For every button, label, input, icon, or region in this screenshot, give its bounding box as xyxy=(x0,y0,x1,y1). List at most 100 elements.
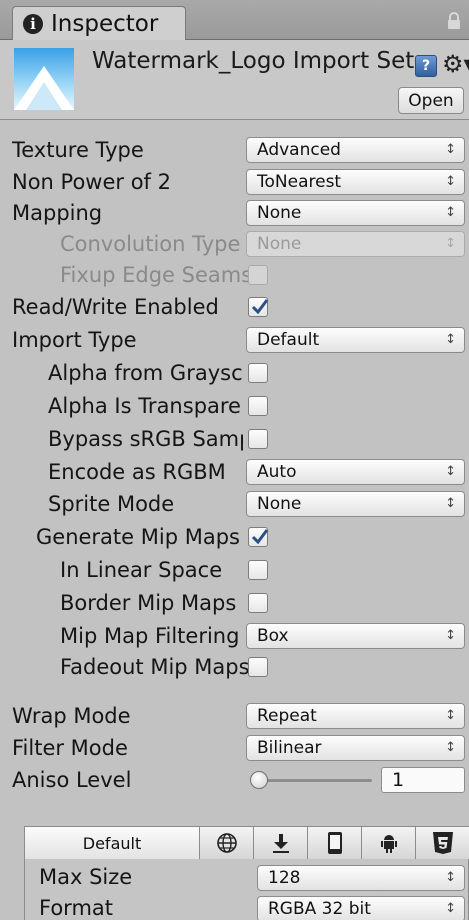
sprite-mode-label: Sprite Mode xyxy=(48,492,175,516)
fixup-edge-seams-label: Fixup Edge Seams xyxy=(60,263,253,287)
mip-map-filtering-dropdown[interactable]: Box ↕ xyxy=(246,623,465,649)
read-write-enabled-label: Read/Write Enabled xyxy=(12,295,219,319)
format-row: Format RGBA 32 bit ↕ xyxy=(25,893,469,920)
convolution-type-row: Convolution Type None ↕ xyxy=(0,228,469,260)
dropdown-arrows-icon: ↕ xyxy=(445,496,456,511)
fadeout-mip-maps-checkbox[interactable] xyxy=(248,657,268,677)
asset-header: Watermark_Logo Import Settin ? ⚙▾ Open xyxy=(0,40,469,120)
aniso-level-label: Aniso Level xyxy=(12,768,132,792)
non-power-of-2-value: ToNearest xyxy=(257,172,342,192)
in-linear-space-checkbox[interactable] xyxy=(248,560,268,580)
help-icon[interactable]: ? xyxy=(415,55,437,77)
non-power-of-2-label: Non Power of 2 xyxy=(12,170,171,194)
alpha-is-transparency-checkbox[interactable] xyxy=(248,396,268,416)
mip-map-filtering-row: Mip Map Filtering Box ↕ xyxy=(0,620,469,652)
platform-tab-bar: Default xyxy=(25,827,469,859)
encode-as-rgbm-value: Auto xyxy=(257,462,297,482)
alpha-from-grayscale-row: Alpha from Graysca xyxy=(0,357,469,389)
non-power-of-2-dropdown[interactable]: ToNearest ↕ xyxy=(246,169,465,195)
max-size-row: Max Size 128 ↕ xyxy=(25,862,469,892)
dropdown-arrows-icon: ↕ xyxy=(445,901,456,916)
generate-mip-maps-row: Generate Mip Maps xyxy=(0,521,469,553)
platform-settings-panel: Default Max Size 128 ↕ Format RGBA 32 bi… xyxy=(24,826,469,920)
ios-device-icon xyxy=(327,832,342,854)
mip-map-filtering-value: Box xyxy=(257,626,289,646)
android-icon xyxy=(380,835,397,853)
aniso-level-slider-track[interactable] xyxy=(252,779,372,782)
filter-mode-value: Bilinear xyxy=(257,738,322,758)
inspector-tab-label: Inspector xyxy=(51,11,159,37)
wrap-mode-dropdown[interactable]: Repeat ↕ xyxy=(246,703,465,729)
texture-asset-icon xyxy=(14,48,74,110)
read-write-enabled-checkbox[interactable] xyxy=(248,297,269,317)
aniso-level-slider-thumb[interactable] xyxy=(250,771,268,789)
platform-tab-webgl[interactable] xyxy=(416,827,469,859)
wrap-mode-value: Repeat xyxy=(257,706,317,726)
encode-as-rgbm-dropdown[interactable]: Auto ↕ xyxy=(246,459,465,485)
max-size-dropdown[interactable]: 128 ↕ xyxy=(257,865,465,891)
aniso-level-row: Aniso Level 1 xyxy=(0,764,469,796)
format-value: RGBA 32 bit xyxy=(268,899,371,919)
import-type-label: Import Type xyxy=(12,328,137,352)
import-type-row: Import Type Default ↕ xyxy=(0,324,469,356)
encode-as-rgbm-row: Encode as RGBM Auto ↕ xyxy=(0,456,469,488)
platform-tab-ios[interactable] xyxy=(308,827,362,859)
wrap-mode-label: Wrap Mode xyxy=(12,704,131,728)
bypass-srgb-label: Bypass sRGB Sampl xyxy=(48,427,243,451)
platform-tab-standalone[interactable] xyxy=(254,827,308,859)
dropdown-arrows-icon: ↕ xyxy=(445,708,456,723)
format-dropdown[interactable]: RGBA 32 bit ↕ xyxy=(257,896,465,920)
mapping-value: None xyxy=(257,203,302,223)
texture-type-label: Texture Type xyxy=(12,138,144,162)
max-size-label: Max Size xyxy=(39,865,133,889)
in-linear-space-label: In Linear Space xyxy=(60,558,223,582)
gear-icon[interactable]: ⚙▾ xyxy=(442,50,469,78)
inspector-tab-bar: i Inspector xyxy=(0,0,469,41)
mapping-label: Mapping xyxy=(12,201,103,225)
bypass-srgb-row: Bypass sRGB Sampl xyxy=(0,423,469,455)
mapping-dropdown[interactable]: None ↕ xyxy=(246,200,465,226)
checkmark-icon xyxy=(251,529,269,545)
format-label: Format xyxy=(39,896,114,920)
sprite-mode-row: Sprite Mode None ↕ xyxy=(0,488,469,520)
filter-mode-row: Filter Mode Bilinear ↕ xyxy=(0,732,469,764)
standalone-download-icon xyxy=(272,834,289,853)
border-mip-maps-checkbox[interactable] xyxy=(248,593,268,613)
platform-tab-default[interactable]: Default xyxy=(25,827,200,859)
in-linear-space-row: In Linear Space xyxy=(0,554,469,586)
alpha-from-grayscale-label: Alpha from Graysca xyxy=(48,361,243,385)
filter-mode-dropdown[interactable]: Bilinear ↕ xyxy=(246,735,465,761)
alpha-is-transparency-label: Alpha Is Transpare xyxy=(48,394,241,418)
dropdown-arrows-icon: ↕ xyxy=(445,332,456,347)
html5-icon xyxy=(433,832,453,854)
import-type-value: Default xyxy=(257,330,320,350)
dropdown-arrows-icon: ↕ xyxy=(445,142,456,157)
fixup-edge-seams-row: Fixup Edge Seams xyxy=(0,259,469,291)
bypass-srgb-checkbox[interactable] xyxy=(248,429,268,449)
lock-icon[interactable] xyxy=(447,12,461,30)
platform-tab-web[interactable] xyxy=(200,827,254,859)
sprite-mode-dropdown[interactable]: None ↕ xyxy=(246,491,465,517)
aniso-level-field[interactable]: 1 xyxy=(381,767,465,793)
generate-mip-maps-checkbox[interactable] xyxy=(248,527,269,547)
alpha-from-grayscale-checkbox[interactable] xyxy=(248,363,268,383)
alpha-is-transparency-row: Alpha Is Transpare xyxy=(0,390,469,422)
checkmark-icon xyxy=(251,299,269,315)
asset-title: Watermark_Logo Import Settin xyxy=(92,48,414,74)
open-button[interactable]: Open xyxy=(398,87,464,114)
texture-type-dropdown[interactable]: Advanced ↕ xyxy=(246,137,465,163)
fixup-edge-seams-checkbox xyxy=(248,265,268,285)
inspector-tab[interactable]: i Inspector xyxy=(12,6,186,41)
dropdown-arrows-icon: ↕ xyxy=(445,464,456,479)
dropdown-arrows-icon: ↕ xyxy=(445,205,456,220)
fadeout-mip-maps-label: Fadeout Mip Maps xyxy=(60,655,250,679)
wrap-mode-row: Wrap Mode Repeat ↕ xyxy=(0,700,469,732)
platform-tab-android[interactable] xyxy=(362,827,416,859)
convolution-type-label: Convolution Type xyxy=(60,232,241,256)
import-type-dropdown[interactable]: Default ↕ xyxy=(246,327,465,353)
dropdown-arrows-icon: ↕ xyxy=(445,236,456,251)
dropdown-arrows-icon: ↕ xyxy=(445,870,456,885)
texture-type-row: Texture Type Advanced ↕ xyxy=(0,134,469,166)
non-power-of-2-row: Non Power of 2 ToNearest ↕ xyxy=(0,166,469,198)
convolution-type-value: None xyxy=(257,234,302,254)
